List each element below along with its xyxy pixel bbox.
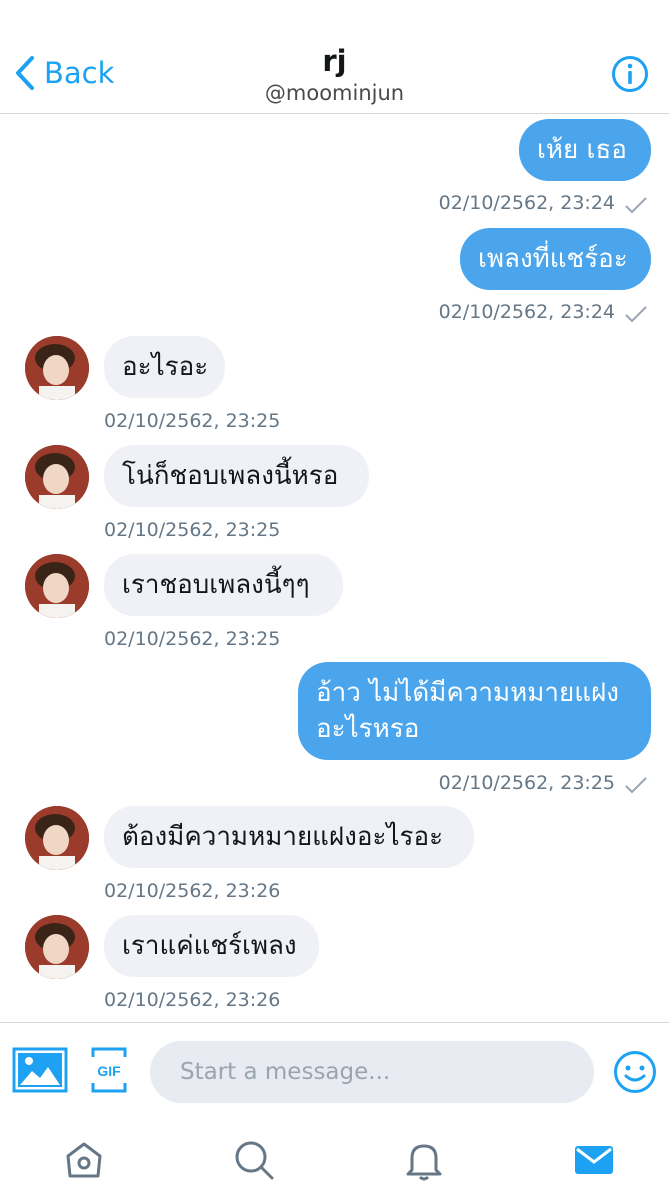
svg-text:GIF: GIF [97, 1063, 121, 1079]
message-timestamp: 02/10/2562, 23:26 [104, 989, 281, 1011]
mail-icon[interactable] [572, 1138, 616, 1182]
message-text: โน่ก็ชอบเพลงนี้หรอ [122, 461, 339, 491]
message-timestamp: 02/10/2562, 23:24 [438, 301, 615, 323]
checkmark-icon [625, 777, 647, 794]
conversation-header: Back rj @moominjun [0, 0, 669, 114]
outgoing-message[interactable]: เห้ย เธอ [519, 119, 651, 181]
avatar-image [25, 445, 89, 509]
home-icon[interactable] [62, 1138, 106, 1182]
avatar[interactable] [25, 445, 89, 509]
message-text: อะไรอะ [122, 352, 209, 382]
search-icon[interactable] [232, 1138, 276, 1182]
avatar[interactable] [25, 554, 89, 618]
avatar-image [25, 554, 89, 618]
message-composer: GIF Start a message... [0, 1022, 669, 1121]
emoji-icon[interactable] [613, 1050, 657, 1094]
message-timestamp: 02/10/2562, 23:24 [438, 192, 615, 214]
message-text: เราแค่แชร์เพลง [122, 931, 297, 961]
conversation-name: rj [322, 44, 347, 78]
checkmark-icon [625, 197, 647, 214]
message-timestamp: 02/10/2562, 23:25 [104, 628, 281, 650]
incoming-message[interactable]: เราแค่แชร์เพลง [104, 915, 319, 977]
avatar[interactable] [25, 336, 89, 400]
message-text-line: อะไรหรอ [316, 714, 420, 744]
message-timestamp: 02/10/2562, 23:25 [104, 519, 281, 541]
message-timestamp: 02/10/2562, 23:25 [104, 410, 281, 432]
conversation-handle: @moominjun [264, 81, 405, 105]
outgoing-message[interactable]: อ้าว ไม่ได้มีความหมายแฝง อะไรหรอ [298, 662, 651, 760]
avatar-image [25, 806, 89, 870]
incoming-message[interactable]: อะไรอะ [104, 336, 225, 398]
tab-bar [0, 1120, 669, 1200]
outgoing-message[interactable]: เพลงที่แชร์อะ [460, 228, 651, 290]
incoming-message[interactable]: โน่ก็ชอบเพลงนี้หรอ [104, 445, 369, 507]
image-icon[interactable] [12, 1047, 68, 1093]
info-icon[interactable] [611, 55, 649, 93]
avatar[interactable] [25, 915, 89, 979]
incoming-message[interactable]: เราชอบเพลงนี้ๆๆ [104, 554, 343, 616]
gif-icon[interactable]: GIF [91, 1047, 127, 1093]
avatar[interactable] [25, 806, 89, 870]
message-timestamp: 02/10/2562, 23:25 [438, 772, 615, 794]
message-text-line: อ้าว ไม่ได้มีความหมายแฝง [316, 678, 619, 708]
incoming-message[interactable]: ต้องมีความหมายแฝงอะไรอะ [104, 806, 474, 868]
message-input[interactable]: Start a message... [150, 1041, 594, 1103]
message-text: เพลงที่แชร์อะ [478, 244, 628, 274]
bell-icon[interactable] [402, 1138, 446, 1182]
message-timestamp: 02/10/2562, 23:26 [104, 880, 281, 902]
avatar-image [25, 915, 89, 979]
message-text: เห้ย เธอ [537, 135, 627, 165]
message-text: ต้องมีความหมายแฝงอะไรอะ [122, 822, 444, 852]
avatar-image [25, 336, 89, 400]
message-thread[interactable]: เห้ย เธอ 02/10/2562, 23:24 เพลงที่แชร์อะ… [0, 114, 669, 1022]
message-text: เราชอบเพลงนี้ๆๆ [122, 570, 310, 600]
checkmark-icon [625, 306, 647, 323]
